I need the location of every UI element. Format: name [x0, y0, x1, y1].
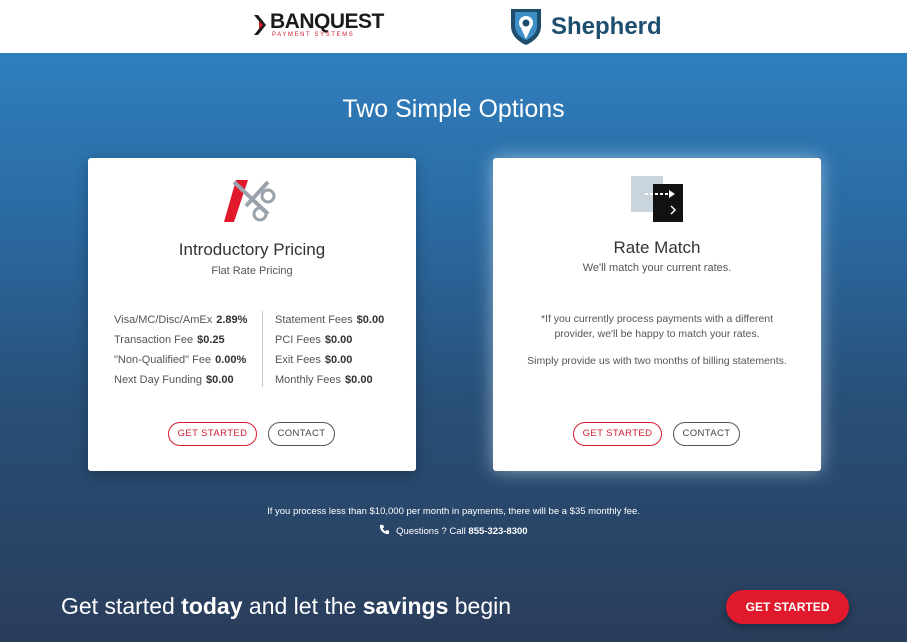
banquest-logo[interactable]: BANQUEST PAYMENT SYSTEMS	[254, 10, 404, 42]
fee-row: PCI Fees $0.00	[275, 330, 384, 350]
cta-emphasis: savings	[362, 593, 449, 619]
get-started-button[interactable]: GET STARTED	[573, 422, 662, 446]
fee-label: Transaction Fee	[114, 334, 194, 346]
rate-match-card: Rate Match We'll match your current rate…	[493, 158, 821, 471]
fee-row: Next Day Funding $0.00	[114, 370, 247, 390]
card-title: Rate Match	[613, 238, 701, 257]
fee-row: "Non-Qualified" Fee 0.00%	[114, 350, 247, 370]
card-title: Introductory Pricing	[178, 240, 326, 259]
cta-text-part: begin	[448, 593, 512, 619]
fee-row: Transaction Fee $0.25	[114, 330, 247, 350]
fee-divider	[262, 311, 263, 387]
cta-headline: Get started today and let the savings be…	[61, 591, 511, 621]
cta-get-started-button[interactable]: GET STARTED	[726, 590, 849, 624]
card-subtitle: Flat Rate Pricing	[211, 265, 293, 277]
fee-value: $0.00	[345, 374, 373, 386]
fee-row: Exit Fees $0.00	[275, 350, 384, 370]
fees-right-column: Statement Fees $0.00 PCI Fees $0.00 Exit F…	[275, 310, 384, 390]
fee-label: "Non-Qualified" Fee	[114, 354, 212, 366]
section-title: Two Simple Options	[342, 95, 565, 123]
rate-match-arrow-icon	[631, 176, 683, 222]
fee-value: $0.00	[356, 314, 385, 326]
monthly-fee-notice: If you process less than $10,000 per mon…	[267, 506, 640, 517]
card-subtitle: We'll match your current rates.	[582, 262, 732, 274]
fee-value: $0.00	[324, 354, 353, 366]
cta-emphasis: today	[181, 593, 243, 619]
fee-row: Monthly Fees $0.00	[275, 370, 384, 390]
top-header-bar: BANQUEST PAYMENT SYSTEMS Shepherd	[0, 0, 907, 53]
fee-row: Visa/MC/Disc/AmEx 2.89%	[114, 310, 247, 330]
fee-label: Statement Fees	[275, 314, 353, 326]
fee-label: Next Day Funding	[114, 374, 203, 386]
contact-button[interactable]: CONTACT	[673, 422, 740, 446]
shepherd-name: Shepherd	[551, 13, 662, 40]
fee-value: $0.25	[197, 334, 225, 346]
contact-button[interactable]: CONTACT	[268, 422, 335, 446]
get-started-button[interactable]: GET STARTED	[168, 422, 257, 446]
rate-match-instructions: Simply provide us with two months of bil…	[527, 355, 787, 367]
cta-text-part: and let the	[242, 593, 363, 619]
shield-pin-logo	[511, 9, 541, 45]
introductory-pricing-card: Introductory Pricing Flat Rate Pricing V…	[88, 158, 416, 471]
fees-left-column: Visa/MC/Disc/AmEx 2.89% Transaction Fee $0…	[114, 310, 247, 390]
fee-label: PCI Fees	[275, 334, 321, 346]
fee-label: Exit Fees	[275, 354, 321, 366]
fee-label: Monthly Fees	[275, 374, 342, 386]
fee-value: $0.00	[324, 334, 353, 346]
fee-value: $0.00	[206, 374, 234, 386]
banquest-name: BANQUEST	[270, 10, 384, 33]
questions-prefix: Questions ? Call	[396, 526, 466, 537]
scissors-icon	[224, 180, 276, 222]
rate-match-note: *If you currently process payments with …	[540, 313, 774, 340]
fee-value: 2.89%	[216, 314, 248, 326]
banquest-tagline: PAYMENT SYSTEMS	[272, 32, 355, 38]
fee-value: 0.00%	[215, 354, 247, 366]
fee-label: Visa/MC/Disc/AmEx	[114, 314, 213, 326]
shepherd-logo[interactable]: Shepherd	[509, 6, 669, 48]
fee-row: Statement Fees $0.00	[275, 310, 384, 330]
cta-text-part: Get started	[61, 593, 182, 619]
phone-icon	[380, 524, 390, 535]
banquest-chevron-logo	[254, 15, 266, 35]
phone-number-link[interactable]: 855-323-8300	[468, 526, 527, 537]
questions-line: Questions ? Call 855-323-8300	[0, 524, 907, 539]
